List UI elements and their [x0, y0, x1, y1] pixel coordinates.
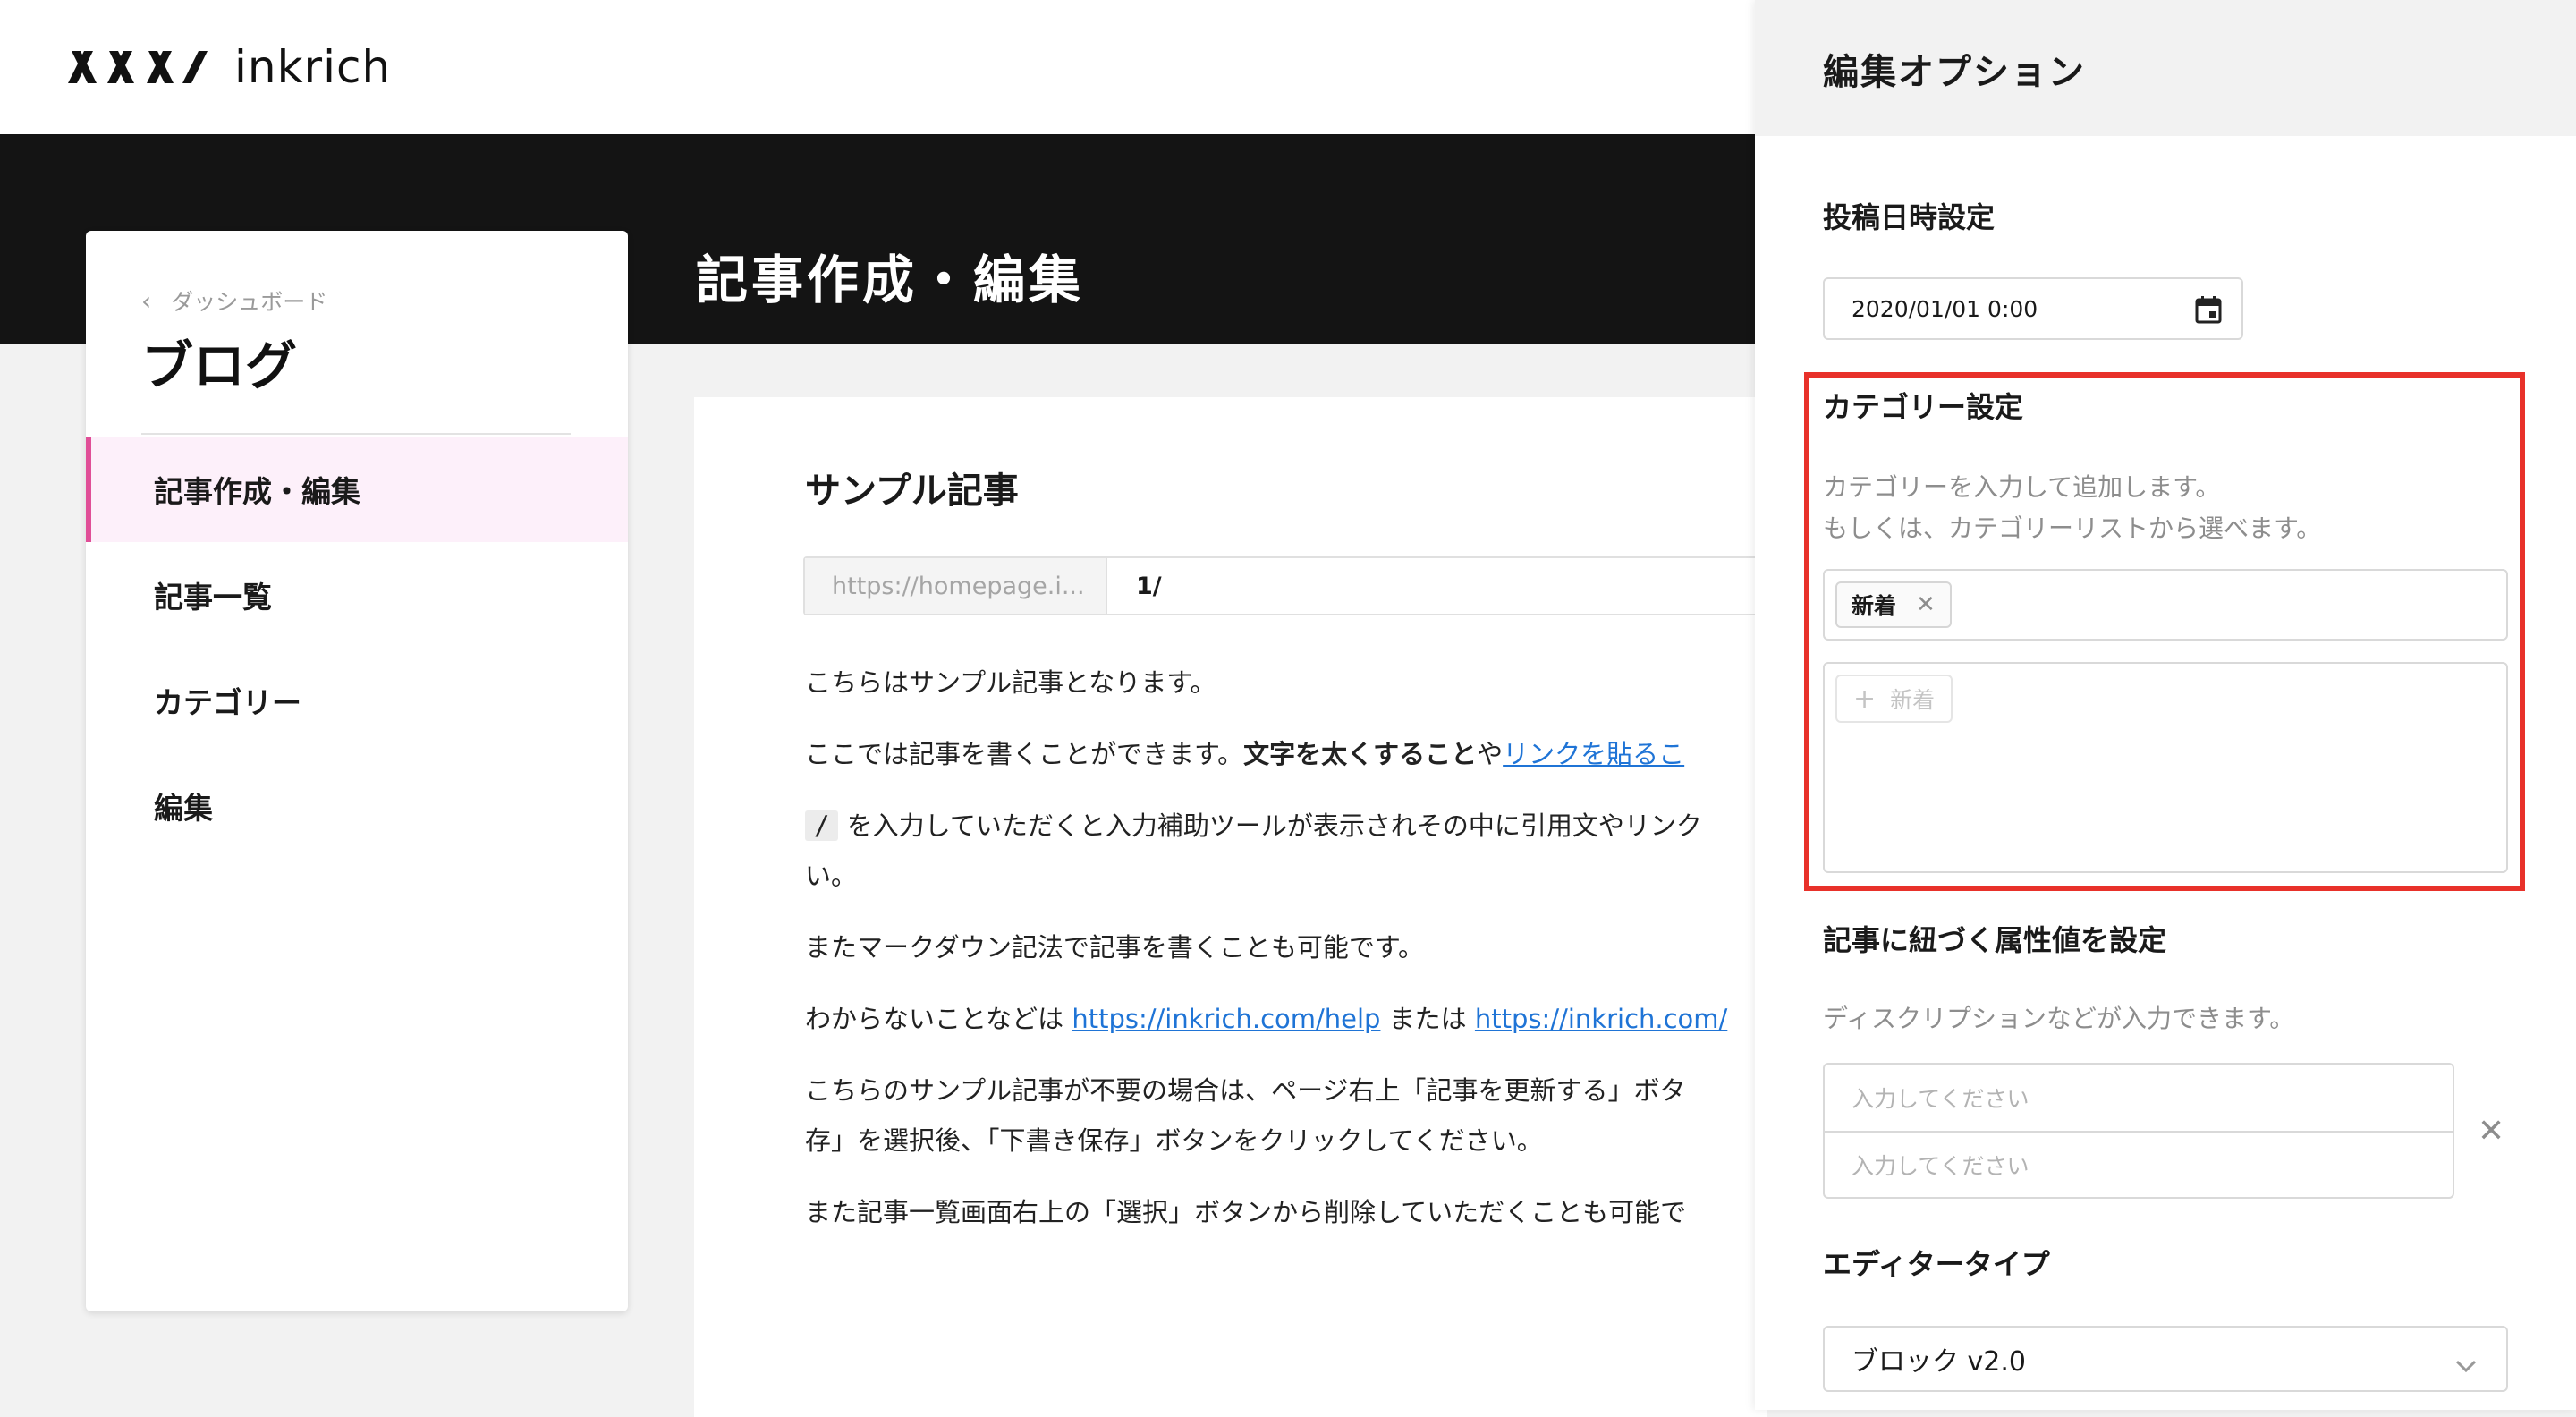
article-paragraph[interactable]: わからないことなどは https://inkrich.com/help または …	[805, 998, 1727, 1036]
logo-mark-icon	[68, 47, 211, 87]
site-link[interactable]: https://inkrich.com/	[1475, 1004, 1727, 1034]
back-link-label: ダッシュボード	[171, 289, 328, 315]
sidebar-item-label: 編集	[154, 791, 213, 826]
article-link[interactable]: リンクを貼るこ	[1503, 739, 1684, 769]
attribute-pair: 入力してください 入力してください	[1823, 1063, 2454, 1199]
sidebar-item-category[interactable]: カテゴリー	[86, 648, 628, 753]
highlight-box	[1804, 372, 2525, 891]
post-date-input[interactable]: 2020/01/01 0:00	[1823, 277, 2243, 340]
bold-text: 文字を太くすること	[1243, 739, 1478, 769]
panel-title: 編集オプション	[1823, 52, 2086, 93]
sidebar-nav: 記事作成・編集 記事一覧 カテゴリー 編集	[86, 437, 628, 859]
article-title-input[interactable]: サンプル記事	[805, 462, 1019, 513]
url-prefix: https://homepage.i...	[805, 558, 1107, 614]
close-icon[interactable]: ✕	[2478, 1113, 2504, 1150]
article-paragraph[interactable]: またマークダウン記法で記事を書くことも可能です。	[805, 927, 1424, 964]
sidebar-item-label: 記事一覧	[154, 580, 272, 615]
brand-name: inkrich	[234, 41, 392, 93]
sidebar-item-edit[interactable]: 編集	[86, 753, 628, 859]
back-to-dashboard-link[interactable]: ‹ ダッシュボード	[141, 284, 327, 317]
article-paragraph-cont[interactable]: 存」を選択後、「下書き保存」ボタンをクリックしてください。	[805, 1120, 1543, 1158]
article-paragraph[interactable]: ここでは記事を書くことができます。文字を太くすることやリンクを貼るこ	[805, 734, 1684, 771]
chevron-down-icon	[2454, 1349, 2478, 1380]
calendar-icon[interactable]	[2195, 295, 2222, 329]
sidebar-title: ブログ	[141, 335, 298, 396]
post-date-value: 2020/01/01 0:00	[1852, 295, 2038, 322]
text: わからないことなどは	[805, 1004, 1072, 1034]
attribute-key-input[interactable]: 入力してください	[1825, 1065, 2453, 1131]
post-date-label: 投稿日時設定	[1823, 200, 1996, 234]
sidebar-item-label: カテゴリー	[154, 685, 301, 720]
article-editor: サンプル記事 https://homepage.i... 1/ こちらはサンプル…	[694, 397, 1789, 1417]
editor-type-label: エディタータイプ	[1823, 1247, 2050, 1281]
text: を入力していただくと入力補助ツールが表示されその中に引用文やリンク	[838, 810, 1702, 841]
sidebar-item-article-edit[interactable]: 記事作成・編集	[86, 437, 628, 542]
editor-type-value: ブロック v2.0	[1852, 1346, 2026, 1378]
url-slug-input[interactable]: 1/	[1107, 558, 1789, 614]
help-link[interactable]: https://inkrich.com/help	[1072, 1004, 1380, 1034]
article-paragraph[interactable]: こちらのサンプル記事が不要の場合は、ページ右上「記事を更新する」ボタ	[805, 1070, 1686, 1107]
attributes-label: 記事に紐づく属性値を設定	[1823, 923, 2167, 957]
divider	[141, 433, 571, 435]
inline-code: /	[805, 810, 839, 841]
article-paragraph[interactable]: / を入力していただくと入力補助ツールが表示されその中に引用文やリンク	[805, 805, 1702, 843]
text: ここでは記事を書くことができます。	[805, 739, 1244, 769]
brand-logo[interactable]: inkrich	[68, 41, 391, 93]
sidebar-item-article-list[interactable]: 記事一覧	[86, 542, 628, 648]
sidebar-card: ‹ ダッシュボード ブログ 記事作成・編集 記事一覧 カテゴリー 編集	[86, 231, 628, 1311]
text: や	[1477, 739, 1504, 769]
text: または	[1380, 1004, 1475, 1034]
attributes-description: ディスクリプションなどが入力できます。	[1823, 1004, 2295, 1033]
url-field: https://homepage.i... 1/	[803, 556, 1789, 615]
article-paragraph[interactable]: また記事一覧画面右上の「選択」ボタンから削除していただくことも可能で	[805, 1192, 1686, 1229]
attribute-value-input[interactable]: 入力してください	[1825, 1131, 2453, 1197]
page-title: 記事作成・編集	[696, 250, 1085, 310]
article-paragraph-cont[interactable]: い。	[805, 855, 857, 893]
article-paragraph[interactable]: こちらはサンプル記事となります。	[805, 662, 1216, 700]
editor-type-select[interactable]: ブロック v2.0	[1823, 1326, 2508, 1392]
panel-header: 編集オプション	[1755, 0, 2576, 136]
sidebar-item-label: 記事作成・編集	[154, 474, 360, 509]
chevron-left-icon: ‹	[141, 285, 152, 316]
